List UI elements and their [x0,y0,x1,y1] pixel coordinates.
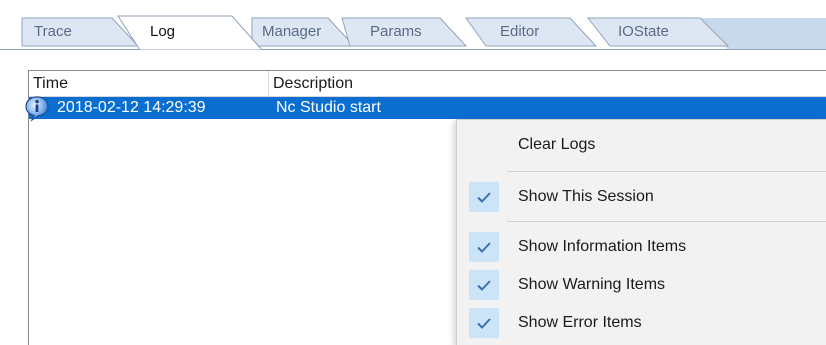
checkmark-icon [469,270,499,300]
menu-item-label: Show Error Items [518,314,642,331]
tab-strip: Trace Log Manager Params Editor IOState [0,0,826,50]
log-description-cell: Nc Studio start [276,99,381,116]
checkmark-icon [469,308,499,338]
tab-params[interactable]: Params [370,18,422,46]
checkmark-icon [469,232,499,262]
checkmark-icon [469,182,499,212]
menu-item-label: Clear Logs [518,136,596,153]
tab-trace[interactable]: Trace [34,18,72,46]
info-icon [25,96,49,122]
log-window: Trace Log Manager Params Editor IOState … [0,0,826,345]
log-time-cell: 2018-02-12 14:29:39 [57,99,206,116]
menu-item-label: Show This Session [518,188,654,205]
tab-log[interactable]: Log [150,18,175,46]
column-header-description[interactable]: Description [269,71,826,96]
tab-editor[interactable]: Editor [500,18,539,46]
menu-separator [507,221,826,222]
menu-item-label: Show Information Items [518,238,687,255]
tab-manager[interactable]: Manager [262,18,321,46]
menu-item-show-this-session[interactable]: Show This Session [457,180,826,214]
menu-item-clear-logs[interactable]: Clear Logs [457,128,826,162]
menu-item-show-information-items[interactable]: Show Information Items [457,230,826,264]
tab-iostate[interactable]: IOState [618,18,669,46]
menu-item-label: Show Warning Items [518,276,666,293]
context-menu: Clear Logs Show This Session Show Inform… [456,119,826,345]
column-header-time[interactable]: Time [29,71,269,96]
menu-separator [507,171,826,172]
table-row[interactable]: 2018-02-12 14:29:39 Nc Studio start [25,96,826,122]
menu-item-show-warning-items[interactable]: Show Warning Items [457,268,826,302]
menu-item-show-error-items[interactable]: Show Error Items [457,306,826,340]
table-header: Time Description [29,71,826,97]
